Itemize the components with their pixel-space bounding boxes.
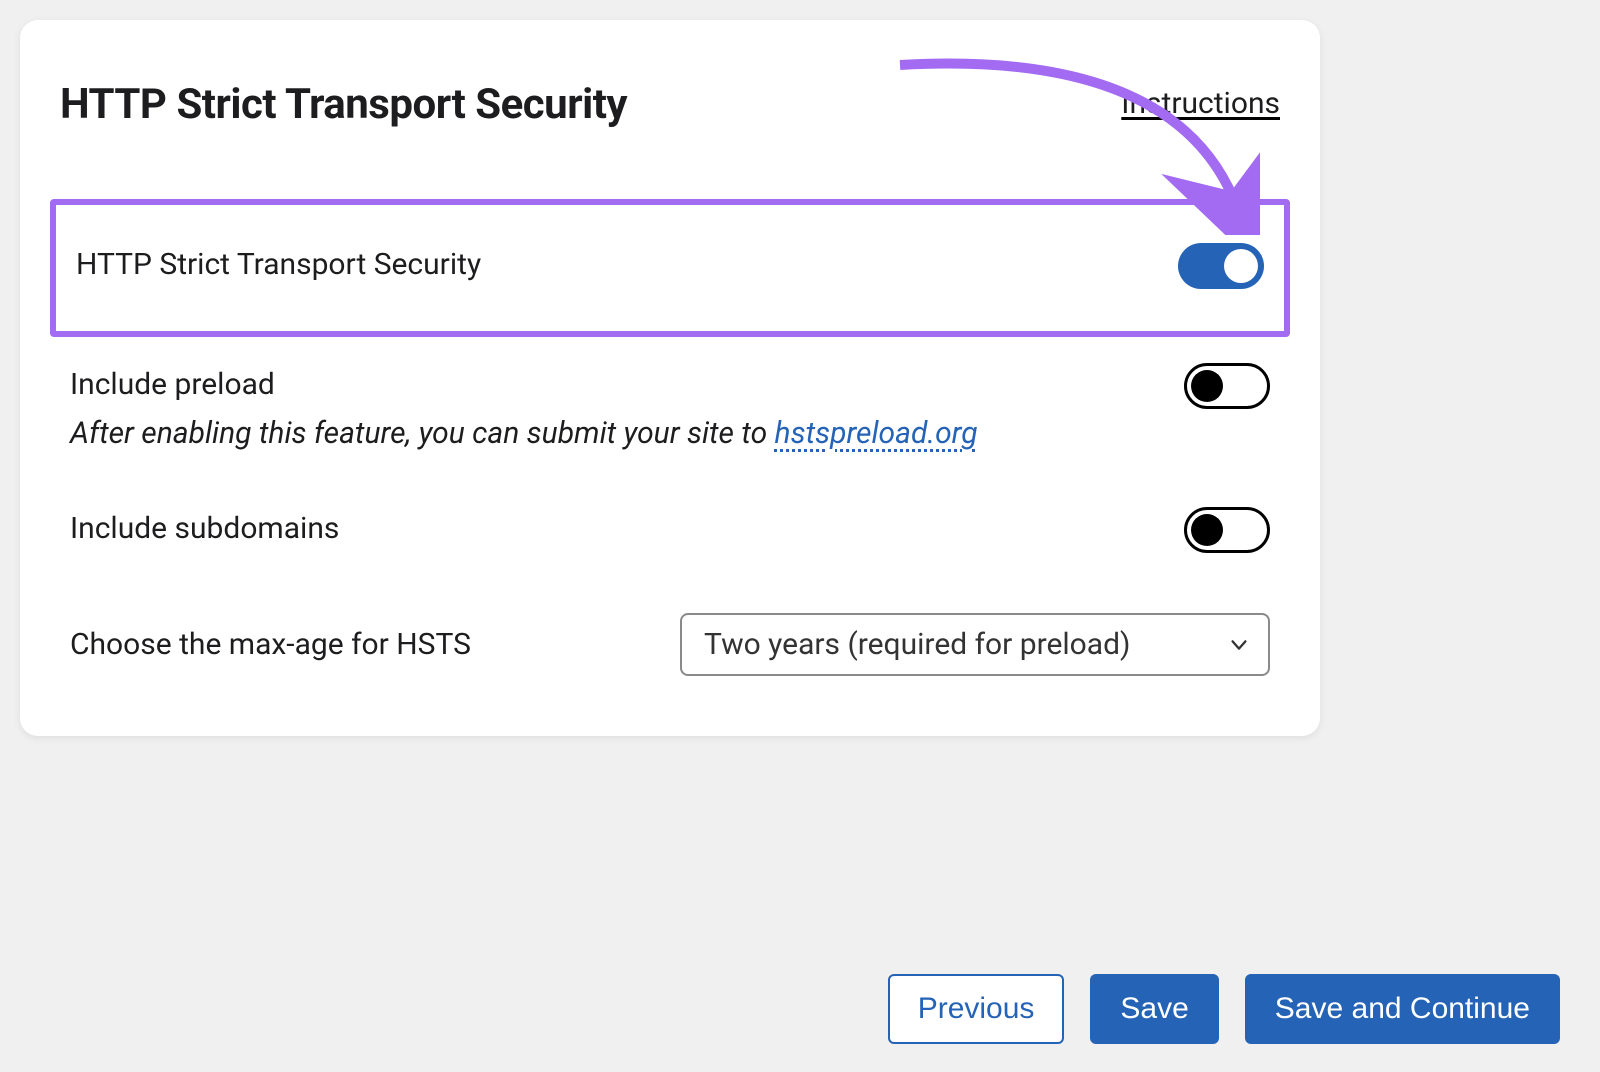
card-header: HTTP Strict Transport Security Instructi… [60, 80, 1280, 129]
row-max-age: Choose the max-age for HSTS Two years (r… [60, 583, 1280, 676]
previous-button[interactable]: Previous [888, 974, 1065, 1044]
row-include-subdomains: Include subdomains [60, 481, 1280, 583]
toggle-knob-icon [1224, 249, 1258, 283]
row-include-preload: Include preload After enabling this feat… [60, 337, 1280, 481]
toggle-knob-icon [1191, 514, 1223, 546]
hsts-enable-label: HTTP Strict Transport Security [76, 247, 1178, 282]
toggle-knob-icon [1191, 370, 1223, 402]
include-subdomains-toggle[interactable] [1184, 507, 1270, 553]
hsts-settings-card: HTTP Strict Transport Security Instructi… [20, 20, 1320, 736]
footer-buttons: Previous Save Save and Continue [888, 974, 1560, 1044]
hstspreload-link[interactable]: hstspreload.org [775, 416, 978, 451]
include-preload-toggle[interactable] [1184, 363, 1270, 409]
max-age-select[interactable]: Two years (required for preload) [680, 613, 1270, 676]
chevron-down-icon [1228, 634, 1250, 656]
card-title: HTTP Strict Transport Security [60, 80, 627, 129]
save-and-continue-button[interactable]: Save and Continue [1245, 974, 1560, 1044]
hsts-enable-toggle[interactable] [1178, 243, 1264, 289]
instructions-link[interactable]: Instructions [1121, 86, 1280, 121]
row-hsts-enable: HTTP Strict Transport Security [50, 199, 1290, 337]
include-preload-description: After enabling this feature, you can sub… [70, 416, 1184, 451]
max-age-selected-value: Two years (required for preload) [704, 627, 1130, 662]
include-subdomains-label: Include subdomains [70, 511, 1184, 546]
include-preload-label: Include preload [70, 367, 1184, 402]
preload-desc-text: After enabling this feature, you can sub… [70, 416, 775, 451]
max-age-label: Choose the max-age for HSTS [70, 627, 471, 662]
save-button[interactable]: Save [1090, 974, 1218, 1044]
